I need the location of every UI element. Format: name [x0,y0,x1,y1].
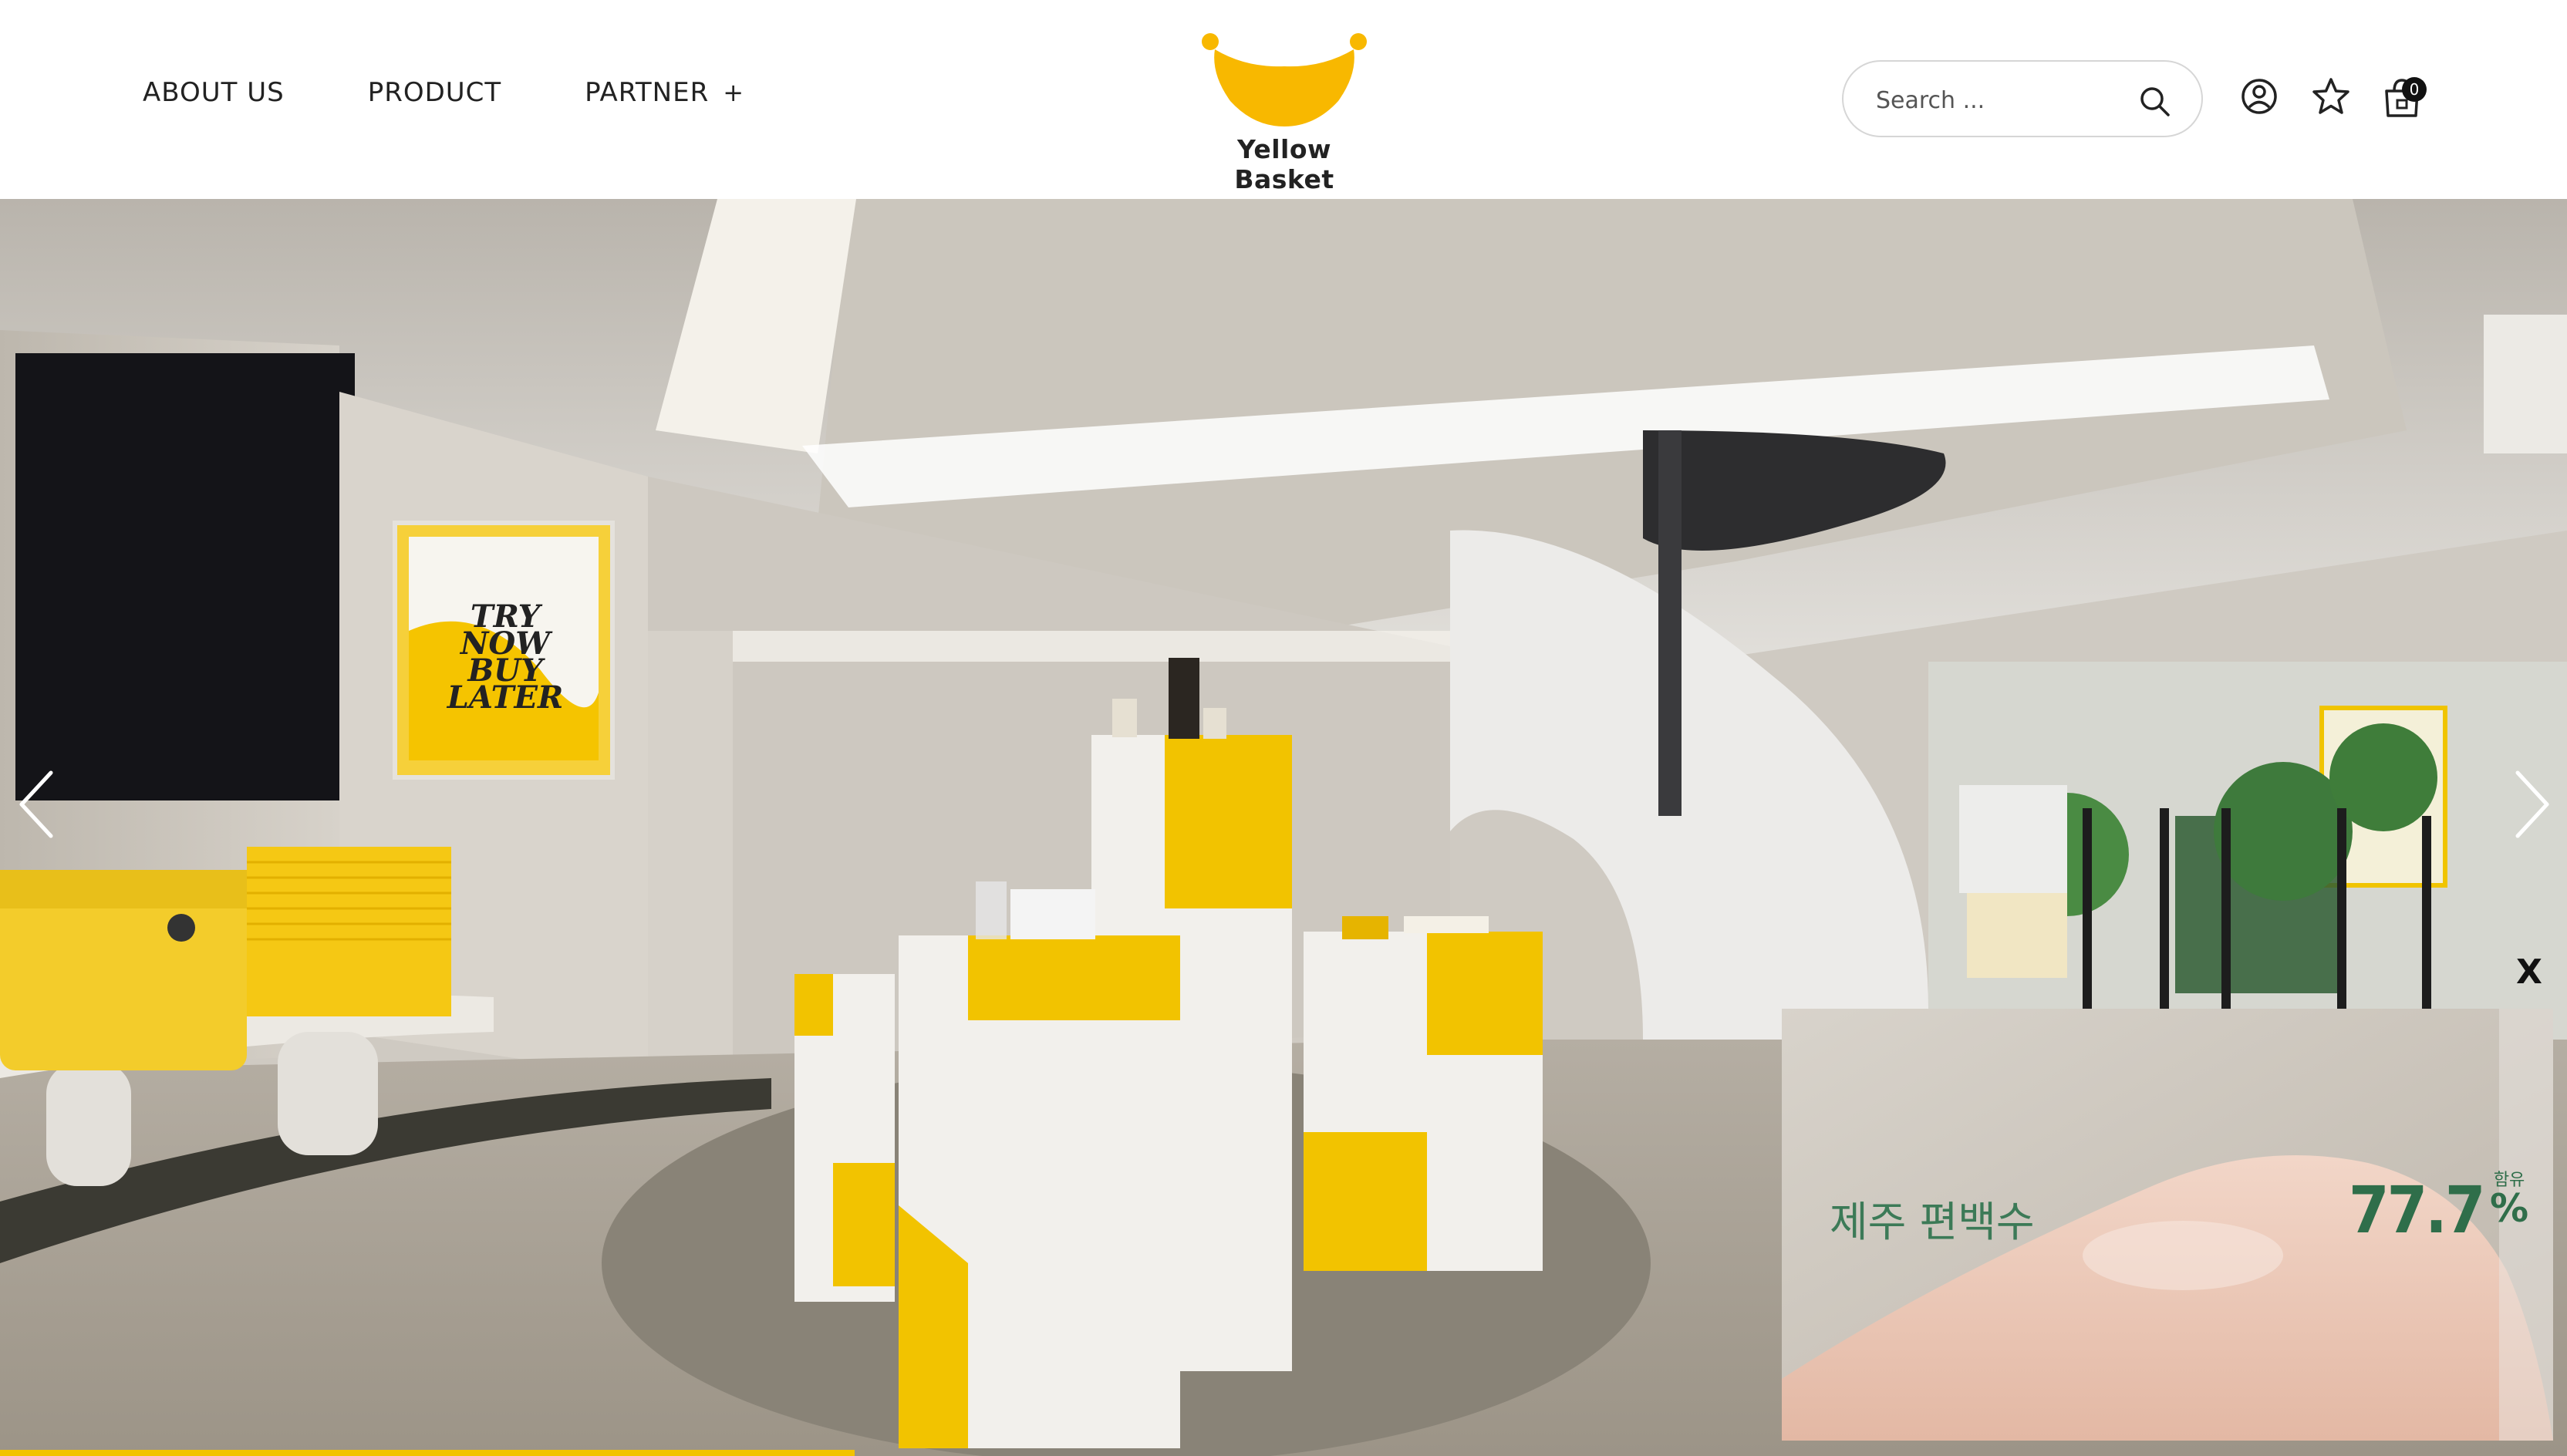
nav-product-label: PRODUCT [367,77,502,108]
nav-partner[interactable]: PARTNER + [585,77,744,108]
site-header: ABOUT US PRODUCT PARTNER + Yellow Basket … [0,0,2567,199]
next-slide-arrow-icon[interactable] [2513,770,2552,842]
star-icon[interactable] [2311,77,2351,119]
plus-icon[interactable]: + [723,78,744,107]
floating-video-popup[interactable]: 제주 편백수 77.7 함유 % [1782,1009,2553,1441]
video-caption: 제주 편백수 [1830,1198,2035,1246]
search-box [1842,60,2203,137]
poster-text-4: LATER [447,679,563,716]
video-close-button[interactable]: X [2516,952,2542,992]
user-circle-icon[interactable] [2240,77,2279,119]
nav-product[interactable]: PRODUCT [368,77,501,108]
basket-logo-icon [1202,33,1367,126]
video-percent-unit: 함유 % [2490,1172,2528,1228]
video-percent: 77.7 [2349,1172,2485,1248]
main-nav: ABOUT US PRODUCT PARTNER + [143,77,828,108]
cart-count-badge: 0 [2402,77,2427,102]
nav-about-us-label: ABOUT US [143,77,285,108]
nav-partner-label: PARTNER [585,77,710,108]
video-percent-sign: % [2490,1186,2529,1231]
brand-name: Yellow Basket [1234,134,1334,194]
nav-about-us[interactable]: ABOUT US [143,77,285,108]
search-input[interactable] [1874,79,2132,122]
prev-slide-arrow-icon[interactable] [17,770,56,842]
site-logo[interactable]: Yellow Basket [1199,28,1369,194]
search-icon[interactable] [2138,85,2171,120]
slide-progress-bar [0,1450,855,1456]
